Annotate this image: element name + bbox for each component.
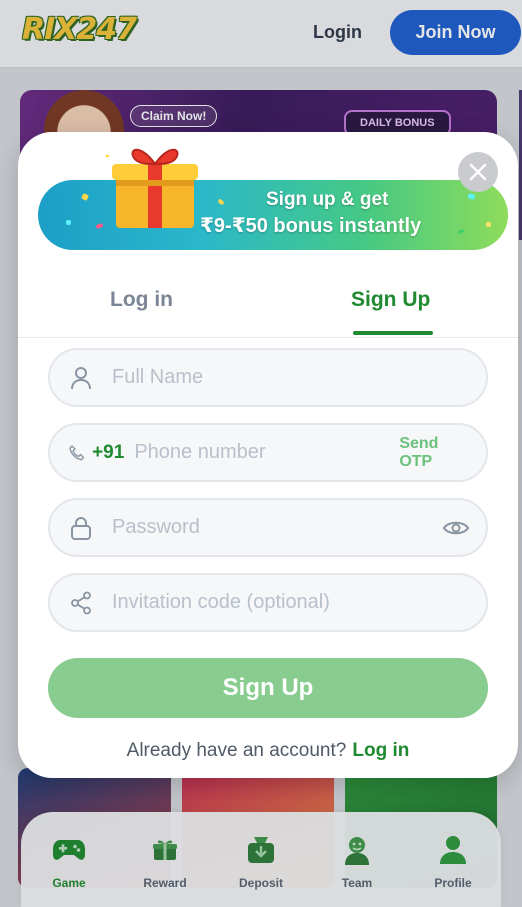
gift-box-icon <box>106 148 198 266</box>
login-prompt: Already have an account? Log in <box>18 740 518 762</box>
login-prompt-text: Already have an account? <box>126 740 347 761</box>
signup-bonus-banner: Sign up & get ₹9-₹50 bonus instantly <box>38 148 508 250</box>
country-code[interactable]: +91 <box>92 442 124 464</box>
send-otp-button[interactable]: Send OTP <box>399 435 466 471</box>
login-link[interactable]: Log in <box>352 740 409 761</box>
phone-input[interactable] <box>134 425 400 480</box>
lock-icon <box>50 516 112 540</box>
signup-submit-button[interactable]: Sign Up <box>48 658 488 718</box>
close-button[interactable] <box>458 152 498 192</box>
invitation-code-field[interactable] <box>48 573 488 632</box>
tab-signup[interactable]: Sign Up <box>351 288 430 312</box>
password-field[interactable] <box>48 498 488 557</box>
user-icon <box>50 366 112 390</box>
active-tab-indicator <box>353 331 433 335</box>
password-input[interactable] <box>112 500 426 555</box>
promo-line-2: ₹9-₹50 bonus instantly <box>200 215 422 237</box>
signup-modal: Sign up & get ₹9-₹50 bonus instantly Log… <box>18 132 518 778</box>
promo-line-1: Sign up & get <box>266 189 389 210</box>
share-icon <box>50 591 112 615</box>
eye-icon[interactable] <box>426 519 486 537</box>
promo-text: Sign up & get ₹9-₹50 bonus instantly <box>200 188 421 240</box>
tab-login[interactable]: Log in <box>110 288 173 312</box>
phone-field[interactable]: +91 Send OTP <box>48 423 488 482</box>
full-name-input[interactable] <box>112 350 486 405</box>
close-icon <box>469 163 487 181</box>
auth-tabs: Log in Sign Up <box>18 272 518 338</box>
full-name-field[interactable] <box>48 348 488 407</box>
invitation-code-input[interactable] <box>112 575 486 630</box>
